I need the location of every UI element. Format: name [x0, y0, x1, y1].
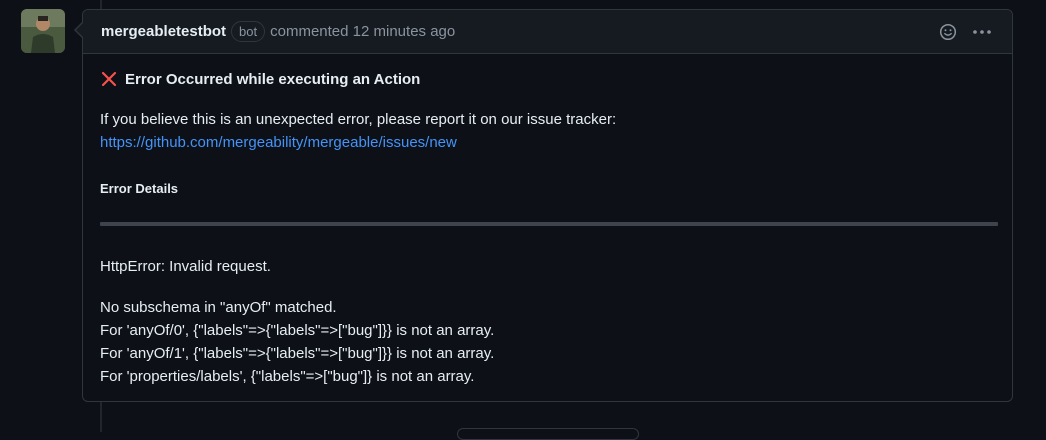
comment-header: mergeabletestbot bot commented 12 minute…: [83, 10, 1012, 54]
avatar[interactable]: [21, 9, 65, 53]
smiley-icon[interactable]: [938, 22, 958, 42]
detail-line: For 'anyOf/0', {"labels"=>{"labels"=>["b…: [100, 322, 495, 339]
detail-line: For 'properties/labels', {"labels"=>["bu…: [100, 368, 475, 385]
header-actions: [938, 22, 1012, 42]
detail-line: No subschema in "anyOf" matched.: [100, 299, 337, 316]
comment-timestamp[interactable]: commented 12 minutes ago: [270, 23, 455, 40]
http-error-text: HttpError: Invalid request.: [100, 258, 271, 275]
issue-tracker-link[interactable]: https://github.com/mergeability/mergeabl…: [100, 131, 616, 154]
avatar-image: [21, 9, 65, 53]
x-icon: [101, 71, 117, 87]
comment-box: mergeabletestbot bot commented 12 minute…: [74, 9, 1013, 402]
error-details-heading: Error Details: [100, 181, 179, 196]
error-heading: Error Occurred while executing an Action: [100, 70, 420, 88]
report-paragraph: If you believe this is an unexpected err…: [100, 108, 616, 154]
error-title-text: Error Occurred while executing an Action: [125, 70, 421, 88]
detail-line: For 'anyOf/1', {"labels"=>{"labels"=>["b…: [100, 345, 495, 362]
bot-badge: bot: [231, 21, 266, 42]
report-text: If you believe this is an unexpected err…: [100, 111, 617, 128]
author-link[interactable]: mergeabletestbot: [101, 23, 226, 40]
horizontal-rule: [100, 222, 998, 226]
error-details-text: No subschema in "anyOf" matched. For 'an…: [100, 296, 494, 388]
kebab-horizontal-icon[interactable]: [972, 22, 992, 42]
next-timeline-item: [457, 428, 639, 440]
